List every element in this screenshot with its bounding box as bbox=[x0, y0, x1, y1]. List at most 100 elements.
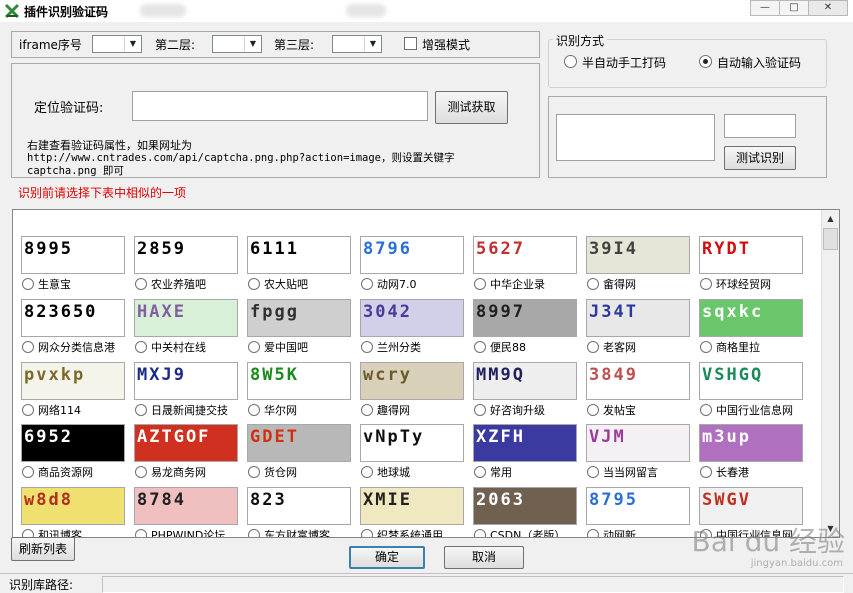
captcha-option-radio[interactable] bbox=[22, 341, 34, 353]
semi-auto-radio[interactable] bbox=[564, 55, 577, 68]
captcha-option[interactable]: 6952 商品资源网 bbox=[21, 424, 126, 480]
captcha-option[interactable]: GDET 货仓网 bbox=[247, 424, 352, 480]
captcha-option-radio[interactable] bbox=[135, 278, 147, 290]
captcha-option-radio[interactable] bbox=[587, 341, 599, 353]
ok-button[interactable]: 确定 bbox=[349, 546, 425, 569]
captcha-option[interactable]: wcry 趣得网 bbox=[360, 362, 465, 418]
captcha-option-radio[interactable] bbox=[474, 278, 486, 290]
captcha-list[interactable]: 8995 生意宝 2859 农业养殖吧 6111 农大贴吧 8796 动网7.0 5627 中华企… bbox=[12, 209, 840, 538]
captcha-option[interactable]: 6111 农大贴吧 bbox=[247, 236, 352, 292]
captcha-option-label: 农大贴吧 bbox=[264, 278, 308, 291]
auto-input-radio[interactable] bbox=[699, 55, 712, 68]
locate-panel: 定位验证码: 测试获取 右建查看验证码属性，如果网址为 http://www.c… bbox=[11, 63, 540, 178]
captcha-option[interactable]: 8796 动网7.0 bbox=[360, 236, 465, 292]
captcha-option[interactable]: 8784 PHPWIND论坛 bbox=[134, 487, 239, 537]
captcha-option[interactable]: w8d8 和讯博客 bbox=[21, 487, 126, 537]
captcha-option-radio[interactable] bbox=[361, 278, 373, 290]
captcha-option[interactable]: vNpTy 地球城 bbox=[360, 424, 465, 480]
captcha-option-radio[interactable] bbox=[135, 341, 147, 353]
maximize-button[interactable]: □ bbox=[779, 0, 809, 16]
captcha-option-radio[interactable] bbox=[474, 466, 486, 478]
refresh-list-button[interactable]: 刷新列表 bbox=[11, 537, 75, 561]
captcha-option-radio[interactable] bbox=[248, 529, 260, 537]
captcha-option[interactable]: 3849 发帖宝 bbox=[586, 362, 691, 418]
captcha-option[interactable]: 8995 生意宝 bbox=[21, 236, 126, 292]
captcha-option-radio[interactable] bbox=[587, 278, 599, 290]
captcha-option-radio[interactable] bbox=[587, 404, 599, 416]
captcha-option[interactable]: MM9Q 好咨询升级 bbox=[473, 362, 578, 418]
test-recognize-button[interactable]: 测试识别 bbox=[724, 146, 796, 170]
captcha-option-radio[interactable] bbox=[361, 529, 373, 537]
captcha-option[interactable]: 8997 便民88 bbox=[473, 299, 578, 355]
captcha-option-radio[interactable] bbox=[22, 466, 34, 478]
captcha-option-label: 东方财富博客 bbox=[264, 529, 330, 538]
captcha-option[interactable]: 3042 兰州分类 bbox=[360, 299, 465, 355]
captcha-option[interactable]: 8W5K 华尔网 bbox=[247, 362, 352, 418]
captcha-sample-text: 8W5K bbox=[250, 365, 299, 385]
captcha-option-radio[interactable] bbox=[361, 341, 373, 353]
captcha-option[interactable]: 823 东方财富博客 bbox=[247, 487, 352, 538]
captcha-option[interactable]: RYDT 环球经贸网 bbox=[699, 236, 804, 292]
hint-line3: captcha.png 即可 bbox=[27, 165, 124, 177]
captcha-option[interactable]: fpgg 爱中国吧 bbox=[247, 299, 352, 355]
captcha-option-radio[interactable] bbox=[248, 341, 260, 353]
captcha-option[interactable]: HAXE 中关村在线 bbox=[134, 299, 239, 355]
list-scrollbar[interactable]: ▲ ▼ bbox=[821, 210, 839, 537]
captcha-option-radio[interactable] bbox=[248, 278, 260, 290]
captcha-sample-text: VJM bbox=[589, 427, 626, 447]
minimize-button[interactable]: — bbox=[750, 0, 780, 16]
captcha-option-radio[interactable] bbox=[135, 529, 147, 537]
captcha-option-radio[interactable] bbox=[700, 466, 712, 478]
captcha-option[interactable]: XZFH 常用 bbox=[473, 424, 578, 480]
captcha-option[interactable]: VSHGQ 中国行业信息网 bbox=[699, 362, 804, 418]
captcha-option-radio[interactable] bbox=[587, 466, 599, 478]
captcha-option[interactable]: pvxkp 网络114 bbox=[21, 362, 126, 418]
iframe-select[interactable]: ▼ bbox=[92, 35, 142, 53]
captcha-option[interactable]: XMIE 织梦系统通用 bbox=[360, 487, 465, 537]
captcha-sample-image: sqxkc bbox=[699, 299, 803, 337]
captcha-sample-image: 823650 bbox=[21, 299, 125, 337]
captcha-option[interactable]: 2063 CSDN（老版） bbox=[473, 487, 578, 537]
test-fetch-button[interactable]: 测试获取 bbox=[435, 91, 508, 124]
captcha-option-radio[interactable] bbox=[22, 404, 34, 416]
iframe-label: iframe序号 bbox=[19, 38, 82, 52]
captcha-option[interactable]: 823650 网众分类信息港 bbox=[21, 299, 126, 355]
captcha-option[interactable]: 39I4 畲得网 bbox=[586, 236, 691, 292]
test-panel: 测试识别 bbox=[548, 96, 827, 178]
scroll-thumb[interactable] bbox=[823, 228, 838, 250]
captcha-sample-image: 8997 bbox=[473, 299, 577, 337]
captcha-option[interactable]: AZTGOF 易龙商务网 bbox=[134, 424, 239, 480]
captcha-option[interactable]: J34T 老客网 bbox=[586, 299, 691, 355]
captcha-option-radio[interactable] bbox=[361, 404, 373, 416]
close-button[interactable]: ✕ bbox=[808, 0, 848, 16]
captcha-option[interactable]: 8795 动网新 bbox=[586, 487, 691, 537]
captcha-option[interactable]: m3up 长春港 bbox=[699, 424, 804, 480]
captcha-option-label: 农业养殖吧 bbox=[151, 278, 206, 291]
scroll-up-button[interactable]: ▲ bbox=[822, 210, 839, 227]
captcha-option-radio[interactable] bbox=[248, 404, 260, 416]
captcha-option-radio[interactable] bbox=[587, 529, 599, 537]
title-bar[interactable]: 插件识别验证码 — □ ✕ bbox=[0, 0, 853, 23]
captcha-option[interactable]: MXJ9 日晟新闻捷交技 bbox=[134, 362, 239, 418]
result-input[interactable] bbox=[724, 114, 796, 138]
captcha-option-radio[interactable] bbox=[135, 404, 147, 416]
captcha-option-radio[interactable] bbox=[474, 341, 486, 353]
captcha-option-radio[interactable] bbox=[22, 278, 34, 290]
cancel-button[interactable]: 取消 bbox=[444, 546, 524, 569]
captcha-option-radio[interactable] bbox=[474, 529, 486, 537]
captcha-option-radio[interactable] bbox=[361, 466, 373, 478]
captcha-option-radio[interactable] bbox=[700, 341, 712, 353]
captcha-option-radio[interactable] bbox=[700, 404, 712, 416]
captcha-option-radio[interactable] bbox=[700, 278, 712, 290]
captcha-option[interactable]: sqxkc 商格里拉 bbox=[699, 299, 804, 355]
enhanced-mode-checkbox[interactable] bbox=[404, 37, 417, 50]
captcha-option[interactable]: 5627 中华企业录 bbox=[473, 236, 578, 292]
layer2-select[interactable]: ▼ bbox=[212, 35, 262, 53]
layer3-select[interactable]: ▼ bbox=[332, 35, 382, 53]
captcha-option-radio[interactable] bbox=[474, 404, 486, 416]
locate-input[interactable] bbox=[132, 91, 428, 121]
captcha-option[interactable]: VJM 当当网留言 bbox=[586, 424, 691, 480]
captcha-option[interactable]: 2859 农业养殖吧 bbox=[134, 236, 239, 292]
captcha-option-radio[interactable] bbox=[248, 466, 260, 478]
captcha-option-radio[interactable] bbox=[135, 466, 147, 478]
